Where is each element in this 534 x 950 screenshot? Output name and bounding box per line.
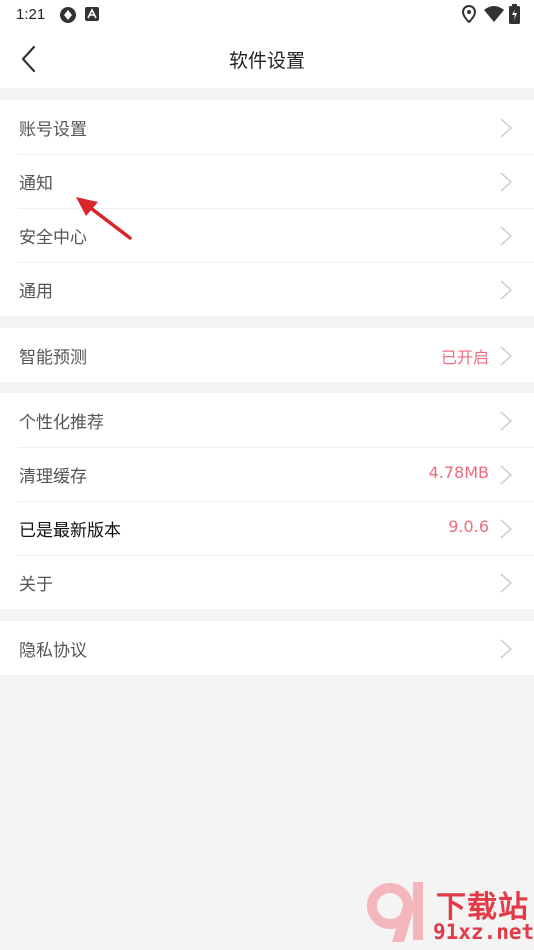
- row-version[interactable]: 已是最新版本 9.0.6: [0, 501, 534, 555]
- row-label: 个性化推荐: [19, 413, 104, 433]
- battery-icon: [509, 4, 520, 28]
- row-account-settings[interactable]: 账号设置: [0, 100, 534, 154]
- row-label: 通用: [19, 282, 53, 302]
- row-label: 通知: [19, 174, 53, 194]
- location-icon: [461, 4, 477, 27]
- status-value: 已开启: [440, 348, 489, 367]
- chevron-right-icon: [500, 411, 513, 431]
- status-time: 1:21: [16, 6, 46, 23]
- chevron-right-icon: [500, 118, 513, 138]
- annotation-arrow-icon: [76, 197, 132, 240]
- row-smart-prediction[interactable]: 智能预测 已开启: [0, 328, 534, 382]
- row-label: 账号设置: [19, 120, 87, 140]
- chevron-right-icon: [500, 280, 513, 300]
- settings-group-misc: 个性化推荐 清理缓存 4.78MB 已是最新版本 9.0.6 关于: [0, 393, 534, 609]
- page-title: 软件设置: [228, 50, 305, 72]
- app-notification-icon: [58, 5, 78, 29]
- row-label: 智能预测: [19, 348, 87, 368]
- chevron-right-icon: [500, 573, 513, 593]
- row-clear-cache[interactable]: 清理缓存 4.78MB: [0, 447, 534, 501]
- row-label: 隐私协议: [19, 641, 87, 661]
- chevron-right-icon: [500, 519, 513, 539]
- row-general[interactable]: 通用: [0, 262, 534, 316]
- a-notification-icon: [85, 7, 99, 25]
- row-privacy-policy[interactable]: 隐私协议: [0, 621, 534, 675]
- watermark-domain: 91xz.net: [433, 920, 534, 944]
- row-personalized-recommendations[interactable]: 个性化推荐: [0, 393, 534, 447]
- chevron-right-icon: [500, 639, 513, 659]
- settings-group-privacy: 隐私协议: [0, 621, 534, 675]
- row-label: 关于: [19, 575, 53, 595]
- version-value: 9.0.6: [448, 517, 489, 536]
- chevron-right-icon: [500, 226, 513, 246]
- row-label: 清理缓存: [19, 467, 87, 487]
- row-about[interactable]: 关于: [0, 555, 534, 609]
- cache-size-value: 4.78MB: [428, 463, 489, 482]
- status-bar: 1:21: [0, 0, 534, 30]
- chevron-right-icon: [500, 465, 513, 485]
- header: 软件设置: [0, 30, 534, 88]
- row-label: 已是最新版本: [19, 521, 121, 541]
- wifi-icon: [484, 6, 504, 26]
- watermark-logo-icon: [367, 882, 423, 942]
- chevron-right-icon: [500, 346, 513, 366]
- chevron-right-icon: [500, 172, 513, 192]
- settings-group-prediction: 智能预测 已开启: [0, 328, 534, 382]
